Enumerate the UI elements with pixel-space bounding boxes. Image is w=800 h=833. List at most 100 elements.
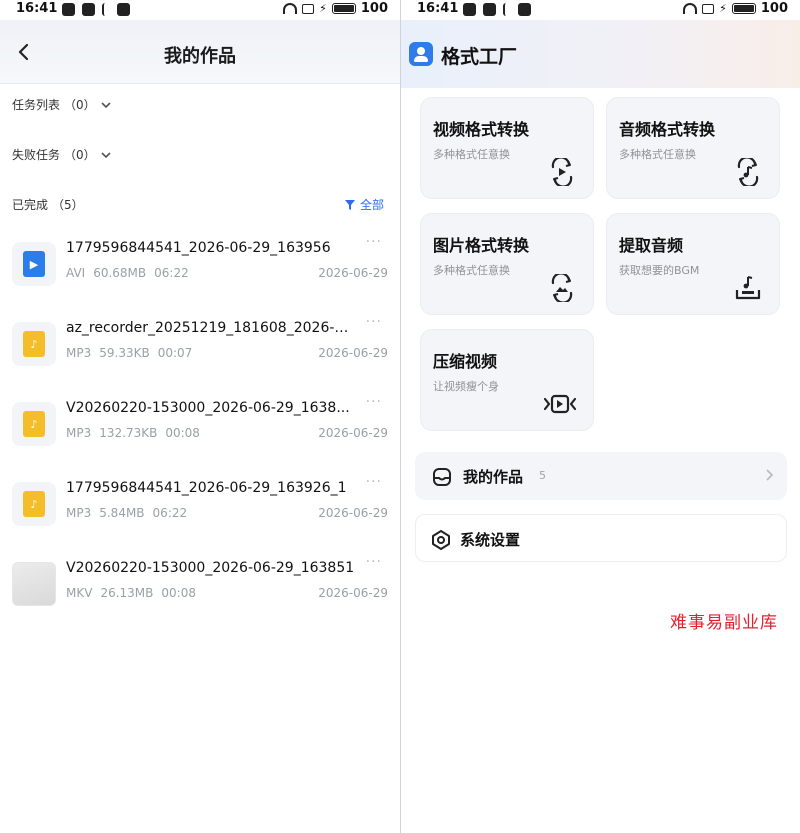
app-title: 格式工厂: [441, 46, 518, 68]
my-works-row[interactable]: 我的作品 5: [415, 452, 787, 500]
chevron-down-icon: [101, 101, 111, 108]
card-subtitle: 多种格式任意换: [619, 148, 696, 161]
extract-audio-icon: [735, 276, 761, 300]
section-label: 已完成: [12, 198, 49, 212]
watermark-text: 难事易副业库: [670, 613, 778, 633]
more-options-icon[interactable]: ···: [366, 314, 382, 330]
file-name: 1779596844541_2026-06-29_163926_1: [66, 480, 347, 496]
cast-icon: [302, 3, 315, 14]
audio-convert-icon: [737, 158, 759, 186]
compress-video-card[interactable]: 压缩视频 让视频瘦个身: [420, 329, 594, 431]
section-count: （5）: [52, 198, 84, 212]
usb-icon: [503, 3, 511, 16]
compress-video-icon: [543, 394, 577, 414]
file-date: 2026-06-29: [318, 346, 388, 360]
video-file-icon: ▶: [12, 242, 56, 286]
file-format: MKV: [66, 586, 93, 600]
file-size: 59.33KB: [99, 346, 150, 360]
file-name: 1779596844541_2026-06-29_163956: [66, 240, 331, 256]
image-convert-card[interactable]: 图片格式转换 多种格式任意换: [420, 213, 594, 315]
file-item[interactable]: ▶ 1779596844541_2026-06-29_163956 ··· AV…: [0, 228, 400, 308]
mail-icon: [117, 3, 130, 16]
file-date: 2026-06-29: [318, 426, 388, 440]
music-file-icon: ♪: [12, 402, 56, 446]
file-size: 60.68MB: [93, 266, 147, 280]
chevron-down-icon: [101, 151, 111, 158]
notification-icons: [463, 3, 531, 16]
system-settings-row[interactable]: 系统设置: [415, 514, 787, 562]
file-item[interactable]: V20260220-153000_2026-06-29_163851 ··· M…: [0, 548, 400, 628]
music-file-icon: ♪: [12, 482, 56, 526]
file-format: MP3: [66, 426, 92, 440]
wifi-icon: [683, 3, 698, 14]
notification-icons: [62, 3, 130, 16]
my-works-screen: 16:41 ⚡ 100 我的作品 任务列表 （0） 失败任务 （0） 已完成 （…: [0, 0, 400, 833]
battery-level: 100: [760, 1, 788, 16]
more-options-icon[interactable]: ···: [366, 234, 382, 250]
file-size: 5.84MB: [99, 506, 145, 520]
file-name: V20260220-153000_2026-06-29_163851: [66, 560, 355, 576]
cat-icon: [483, 3, 496, 16]
filter-button[interactable]: 全部: [344, 196, 384, 213]
image-convert-icon: [551, 274, 573, 302]
task-list-section[interactable]: 任务列表 （0）: [12, 96, 112, 113]
app-logo-icon: [409, 42, 433, 66]
section-label: 失败任务: [12, 148, 61, 162]
card-title: 视频格式转换: [433, 120, 530, 139]
video-convert-card[interactable]: 视频格式转换 多种格式任意换: [420, 97, 594, 199]
card-title: 压缩视频: [433, 352, 498, 371]
more-options-icon[interactable]: ···: [366, 394, 382, 410]
video-thumbnail: [12, 562, 56, 606]
wifi-icon: [283, 3, 298, 14]
more-options-icon[interactable]: ···: [366, 474, 382, 490]
section-count: （0）: [64, 148, 96, 162]
cat-icon: [82, 3, 95, 16]
file-item[interactable]: ♪ V20260220-153000_2026-06-29_1638... ··…: [0, 388, 400, 468]
file-size: 132.73KB: [99, 426, 158, 440]
section-count: （0）: [64, 98, 96, 112]
file-item[interactable]: ♪ 1779596844541_2026-06-29_163926_1 ··· …: [0, 468, 400, 548]
completed-section: 已完成 （5）: [12, 196, 84, 213]
file-duration: 00:08: [161, 586, 196, 600]
cast-icon: [702, 3, 715, 14]
file-duration: 00:07: [157, 346, 193, 360]
chevron-right-icon: [766, 469, 774, 481]
card-subtitle: 获取想要的BGM: [619, 264, 700, 277]
file-date: 2026-06-29: [318, 586, 388, 600]
file-duration: 00:08: [165, 426, 200, 440]
file-date: 2026-06-29: [318, 506, 388, 520]
file-format: MP3: [66, 346, 92, 360]
file-item[interactable]: ♪ az_recorder_20251219_181608_2026-0... …: [0, 308, 400, 388]
card-subtitle: 多种格式任意换: [433, 148, 510, 161]
file-format: MP3: [66, 506, 92, 520]
more-options-icon[interactable]: ···: [366, 554, 382, 570]
status-bar: 16:41 ⚡ 100: [401, 0, 800, 20]
usb-icon: [102, 3, 110, 16]
file-duration: 06:22: [154, 266, 189, 280]
settings-icon: [432, 530, 450, 550]
page-title: 我的作品: [164, 46, 236, 67]
chat-icon: [62, 3, 75, 16]
music-file-icon: ♪: [12, 322, 56, 366]
file-name: az_recorder_20251219_181608_2026-0...: [66, 320, 356, 336]
file-format: AVI: [66, 266, 86, 280]
failed-tasks-section[interactable]: 失败任务 （0）: [12, 146, 112, 163]
file-duration: 06:22: [152, 506, 188, 520]
card-title: 音频格式转换: [619, 120, 716, 139]
video-convert-icon: [551, 158, 573, 186]
chat-icon: [463, 3, 476, 16]
charging-icon: ⚡: [719, 2, 727, 15]
status-time: 16:41: [417, 1, 459, 16]
file-name: V20260220-153000_2026-06-29_1638...: [66, 400, 350, 416]
extract-audio-card[interactable]: 提取音频 获取想要的BGM: [606, 213, 780, 315]
card-title: 提取音频: [619, 236, 684, 255]
audio-convert-card[interactable]: 音频格式转换 多种格式任意换: [606, 97, 780, 199]
status-bar: 16:41 ⚡ 100: [0, 0, 400, 20]
filter-label: 全部: [359, 198, 384, 212]
card-title: 图片格式转换: [433, 236, 530, 255]
page-header: 我的作品: [0, 20, 400, 84]
status-time: 16:41: [16, 1, 58, 16]
card-subtitle: 多种格式任意换: [433, 264, 510, 277]
section-label: 任务列表: [12, 98, 61, 112]
battery-level: 100: [360, 1, 388, 16]
